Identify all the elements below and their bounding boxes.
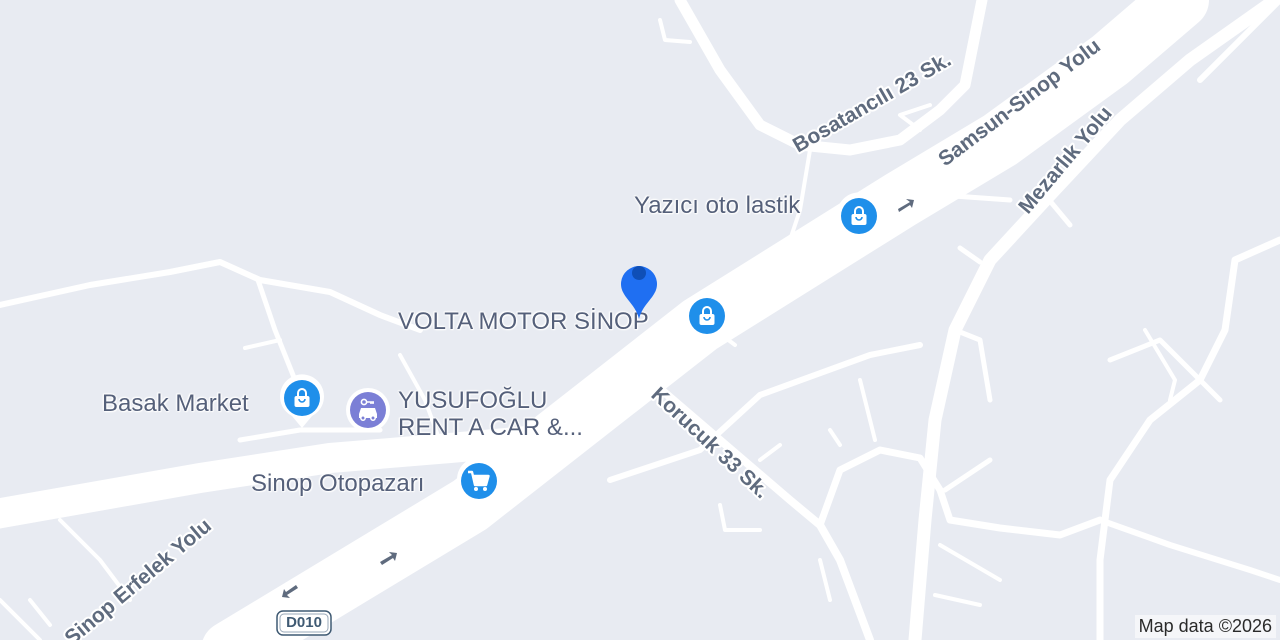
poi-basak-market[interactable]: Basak Market [102,390,249,417]
poi-label: Yazıcı oto lastik [634,192,801,219]
route-shield-label: D010 [286,614,322,631]
location-pin-icon[interactable] [610,247,668,323]
poi-yazici-oto-lastik[interactable]: Yazıcı oto lastik [634,192,800,219]
poi-label: Sinop Otopazarı [251,470,425,497]
route-shield-d010: D010 [276,610,332,636]
poi-sinop-otopazari[interactable]: Sinop Otopazarı [251,470,424,497]
map-attribution: Map data ©2026 [1134,615,1276,638]
shopping-bag-icon[interactable] [835,190,883,248]
poi-label: Basak Market [102,390,249,417]
poi-yusufoglu-rent-a-car[interactable]: YUSUFOĞLU RENT A CAR &... [398,387,608,441]
car-rental-icon[interactable] [344,384,392,442]
road-label-sinop-erfelek: Sinop Erfelek Yolu [60,514,215,640]
poi-label: YUSUFOĞLU RENT A CAR &... [398,387,583,441]
map-canvas[interactable]: Bosatancılı 23 Sk. Samsun-Sinop Yolu Mez… [0,0,1280,640]
shopping-bag-icon[interactable] [278,372,326,430]
shopping-cart-icon[interactable] [455,455,503,513]
shopping-bag-icon[interactable] [683,290,731,348]
